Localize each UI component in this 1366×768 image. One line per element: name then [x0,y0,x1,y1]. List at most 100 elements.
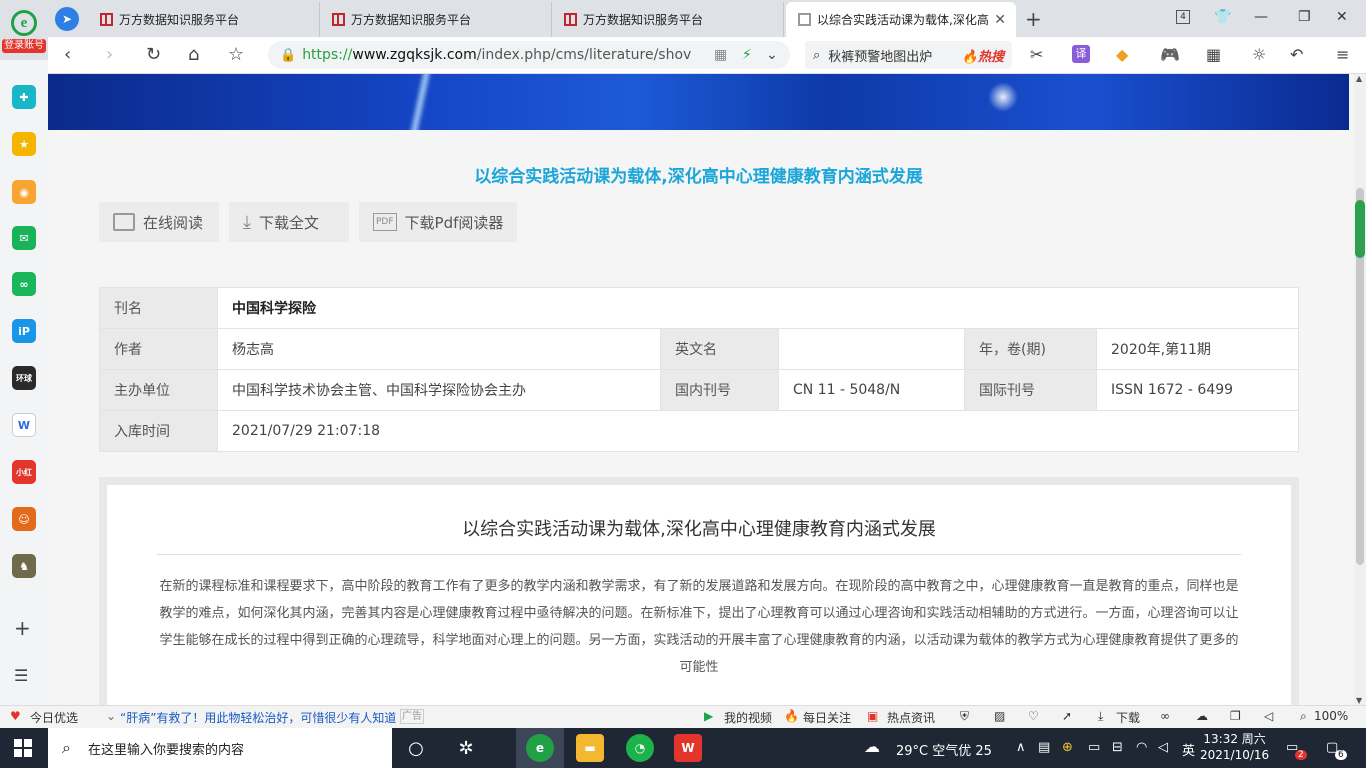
game-soldier-icon[interactable]: ♞ [12,554,36,578]
restore-icon[interactable]: ❐ [1298,9,1311,25]
volume-icon[interactable]: ◁ [1158,740,1168,755]
hot-news-link[interactable]: 热点资讯 [887,709,935,726]
home-icon[interactable]: ⌂ [188,44,199,65]
url-text[interactable]: https://www.zgqksjk.com/index.php/cms/li… [302,47,692,63]
vertical-scrollbar[interactable]: ▲ ▼ [1354,74,1366,705]
clock[interactable]: 13:32 周六 2021/10/16 [1200,731,1269,763]
scissors-icon[interactable]: ✂ [1030,45,1043,64]
glasses-icon[interactable]: ∞ [1160,709,1170,723]
download-pdf-reader-button[interactable]: PDF 下载Pdf阅读器 [359,202,517,242]
zoom-icon: ⌕ [1300,709,1307,723]
news-ticker-link[interactable]: “肝病”有救了！用此物轻松治好，可惜很少有人知道 [120,709,396,726]
coupon-icon[interactable]: ◆ [1116,45,1128,64]
network-icon[interactable]: ⊟ [1112,740,1123,755]
wechat-icon[interactable]: ◔ [626,734,654,762]
download-icon[interactable]: ⤓ [1098,709,1103,724]
tab-count-badge[interactable]: 4 [1176,10,1190,24]
tab-3[interactable]: 万方数据知识服务平台 [552,2,784,37]
game-avatar-icon[interactable]: ☺ [12,507,36,531]
weibo-icon[interactable]: ◉ [12,180,36,204]
search-icon: ⌕ [813,47,821,63]
chevron-down-icon[interactable]: ⌄ [766,47,778,63]
shirt-icon[interactable]: 👕 [1214,9,1231,25]
apps-grid-icon[interactable]: ▦ [1206,45,1221,64]
menu-icon[interactable]: ≡ [1336,45,1349,64]
health-cross-icon[interactable]: ✚ [12,85,36,109]
wps-icon[interactable]: W [674,734,702,762]
word-doc-icon[interactable]: W [12,413,36,437]
game-controller-icon[interactable]: 🎮 [1160,45,1180,64]
back-icon[interactable]: ‹ [64,44,71,65]
browser-logo[interactable]: e 登录账号 [0,0,48,60]
cn-number-value: CN 11 - 5048/N [778,369,965,411]
header-banner [48,74,1349,130]
image-icon[interactable]: ▨ [994,709,1005,723]
abstract-card: 以综合实践活动课为载体,深化高中心理健康教育内涵式发展 在新的课程标准和课程要求… [107,485,1291,705]
undo-icon[interactable]: ↶ [1290,45,1303,64]
lightning-icon[interactable]: ⚡ [742,47,752,63]
minimize-icon[interactable]: — [1254,9,1268,25]
favorites-star-icon[interactable]: ★ [12,132,36,156]
heartbeat-icon[interactable]: ♡ [1028,709,1039,723]
task-view-icon[interactable]: ○ [402,734,430,762]
brightness-icon[interactable]: ☼ [1252,45,1266,64]
wifi-icon[interactable]: ◠ [1136,740,1147,755]
reload-icon[interactable]: ↻ [146,44,161,65]
fan-app-icon[interactable]: ✲ [452,734,480,762]
battery-icon[interactable]: ▭ [1088,740,1100,755]
daily-focus-link[interactable]: 每日关注 [803,709,851,726]
rocket-icon[interactable]: ➚ [1062,709,1072,723]
tab-active[interactable]: 以综合实践活动课为载体,深化高 ✕ [786,2,1016,37]
taskbar-search[interactable]: ⌕ 在这里输入你要搜索的内容 [48,728,392,768]
speaker-icon[interactable]: ◁ [1264,709,1273,723]
author-label: 作者 [99,328,218,370]
mail-icon[interactable]: ✉ [12,226,36,250]
list-icon[interactable]: ☰ [14,666,28,685]
forward-icon[interactable]: › [106,44,113,65]
author-value: 杨志高 [217,328,661,370]
file-explorer-icon[interactable]: ▬ [576,734,604,762]
tab-1[interactable]: 万方数据知识服务平台 [88,2,320,37]
download-link[interactable]: 下载 [1116,709,1140,726]
weather-cloud-icon: ☁ [864,737,880,756]
my-video-link[interactable]: 我的视频 [724,709,772,726]
close-window-icon[interactable]: ✕ [1336,9,1348,25]
add-icon[interactable]: + [14,616,31,640]
divider [157,554,1241,555]
navigation-icon[interactable]: ➤ [55,7,79,31]
global-news-icon[interactable]: 环球 [12,366,36,390]
bookmark-star-icon[interactable]: ☆ [228,44,244,65]
qr-icon[interactable]: ▦ [714,47,727,63]
search-box[interactable]: ⌕ 秋裤预警地图出炉 🔥热搜 [805,41,1012,69]
xiaohongshu-icon[interactable]: 小红 [12,460,36,484]
zoom-level[interactable]: 100% [1314,709,1348,723]
weather-text[interactable]: 29°C 空气优 25 [896,740,992,759]
login-label[interactable]: 登录账号 [2,39,46,53]
scroll-down-icon[interactable]: ▼ [1356,696,1362,705]
scroll-up-icon[interactable]: ▲ [1356,74,1362,83]
windows-start-icon[interactable] [14,739,32,757]
ime-indicator[interactable]: 英 [1182,740,1195,759]
tab-close-icon[interactable]: ✕ [994,12,1006,28]
link-icon[interactable]: ∞ [12,272,36,296]
security-icon[interactable]: ⊕ [1062,740,1073,755]
new-tab-button[interactable]: + [1025,7,1042,31]
tab-2[interactable]: 万方数据知识服务平台 [320,2,552,37]
chevron-down-icon[interactable]: ⌄ [106,709,116,723]
tray-expand-icon[interactable]: ∧ [1016,740,1026,755]
address-bar[interactable]: 🔒 https://www.zgqksjk.com/index.php/cms/… [268,41,790,69]
read-online-button[interactable]: 在线阅读 [99,202,219,242]
taskbar-search-input[interactable]: 在这里输入你要搜索的内容 [88,739,244,758]
window-icon[interactable]: ❐ [1230,709,1241,723]
search-input[interactable]: 秋裤预警地图出炉 [828,46,932,65]
clipboard-icon[interactable]: ▤ [1038,740,1050,755]
hot-search-label[interactable]: 🔥热搜 [962,46,1004,65]
tab-title: 万方数据知识服务平台 [351,13,472,27]
cloud-icon[interactable]: ☁ [1196,709,1208,723]
browser-taskbar-icon[interactable]: e [526,734,554,762]
shield-icon[interactable]: ⛨ [960,709,969,724]
today-picks-link[interactable]: 今日优选 [30,709,78,726]
ip-icon[interactable]: iP [12,319,36,343]
translate-icon[interactable]: 译 [1072,45,1090,63]
download-full-button[interactable]: ⤓ 下载全文 [229,202,349,242]
